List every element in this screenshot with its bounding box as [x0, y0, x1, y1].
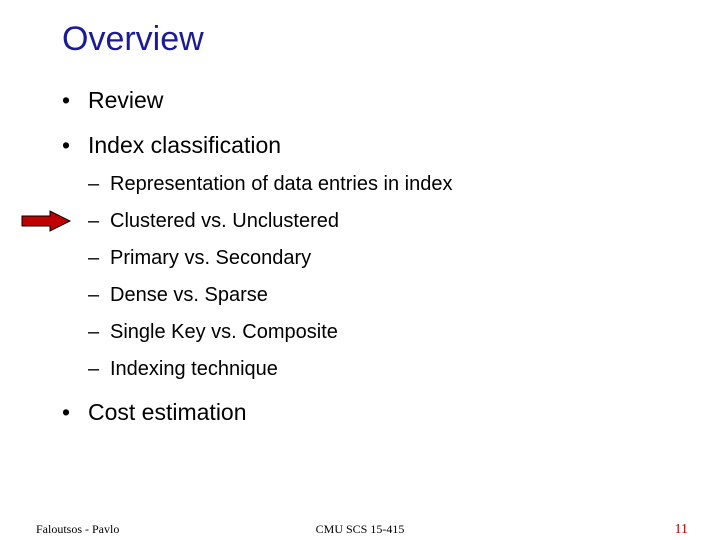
- bullet-text: Review: [88, 87, 163, 113]
- bullet-text: Cost estimation: [88, 399, 247, 425]
- sub-bullet: Representation of data entries in index: [88, 173, 720, 196]
- sub-bullet: Dense vs. Sparse: [88, 284, 720, 307]
- bullet-review: Review: [62, 87, 720, 114]
- bullet-text: Index classification: [88, 132, 281, 158]
- sub-bullet-text: Clustered vs. Unclustered: [110, 210, 339, 232]
- bullet-index-classification: Index classification Representation of d…: [62, 132, 720, 381]
- sub-bullet: Indexing technique: [88, 358, 720, 381]
- footer-course: CMU SCS 15-415: [0, 522, 720, 537]
- slide: Overview Review Index classification Rep…: [0, 0, 720, 540]
- sub-bullet-text: Dense vs. Sparse: [110, 284, 268, 306]
- slide-content: Review Index classification Representati…: [0, 87, 720, 426]
- sub-bullet-text: Indexing technique: [110, 358, 278, 380]
- sub-bullet: Primary vs. Secondary: [88, 247, 720, 270]
- sub-bullet-text: Single Key vs. Composite: [110, 321, 338, 343]
- bullet-cost-estimation: Cost estimation: [62, 399, 720, 426]
- sub-bullet: Single Key vs. Composite: [88, 321, 720, 344]
- sub-bullet: Clustered vs. Unclustered: [88, 210, 720, 233]
- sub-bullet-text: Primary vs. Secondary: [110, 247, 311, 269]
- sub-bullet-text: Representation of data entries in index: [110, 173, 452, 195]
- slide-title: Overview: [0, 20, 720, 59]
- footer-page-number: 11: [675, 522, 688, 538]
